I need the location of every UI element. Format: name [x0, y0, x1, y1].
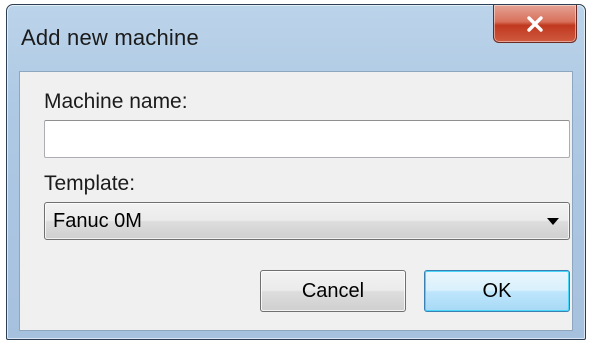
machine-name-input[interactable] — [44, 120, 570, 158]
template-dropdown[interactable]: Fanuc 0M — [44, 202, 570, 240]
add-machine-dialog: Add new machine Machine name: Template: … — [6, 4, 586, 340]
close-icon — [526, 15, 544, 32]
dialog-body: Machine name: Template: Fanuc 0M Cancel … — [19, 71, 573, 331]
template-selected-value: Fanuc 0M — [53, 210, 142, 232]
cancel-button[interactable]: Cancel — [260, 270, 406, 312]
template-label: Template: — [44, 172, 136, 195]
chevron-down-icon — [547, 218, 559, 225]
ok-button[interactable]: OK — [424, 270, 570, 312]
title-bar[interactable]: Add new machine — [7, 5, 585, 73]
close-button[interactable] — [493, 5, 577, 43]
machine-name-label: Machine name: — [44, 90, 188, 113]
dialog-title: Add new machine — [21, 25, 199, 50]
